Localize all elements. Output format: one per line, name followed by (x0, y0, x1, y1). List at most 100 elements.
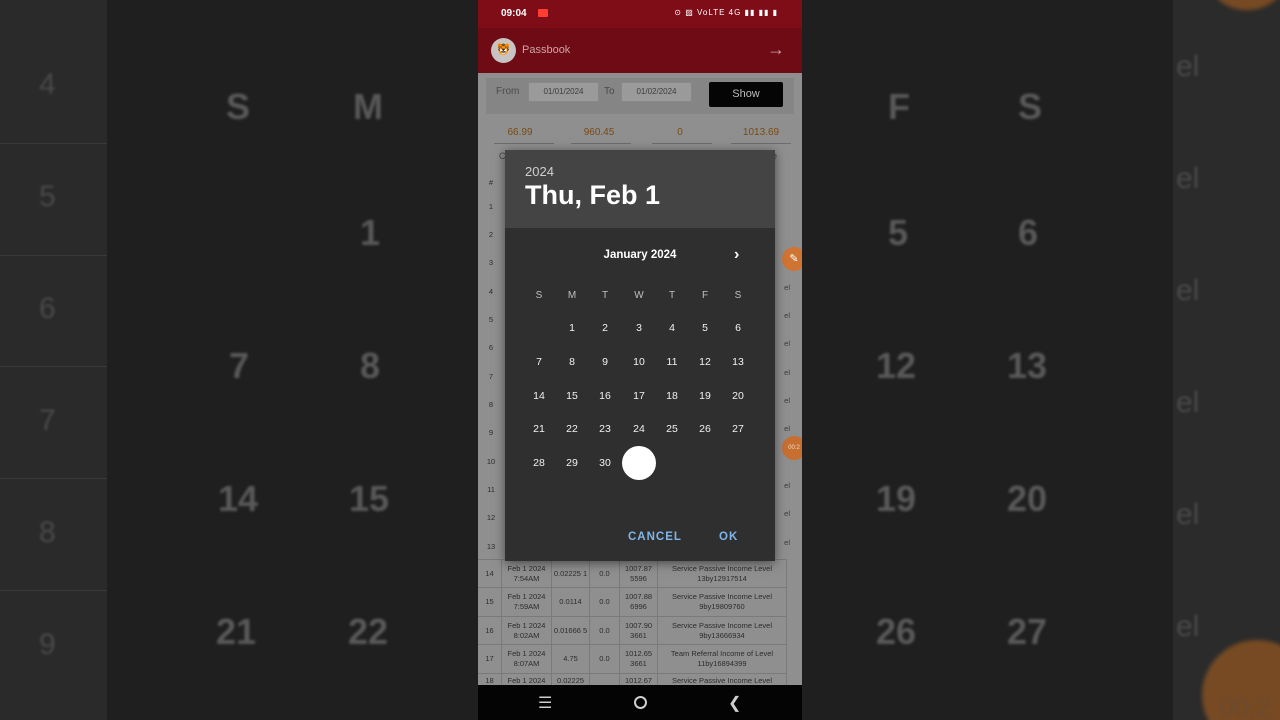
background-right: F S 5 6 12 13 19 20 26 27 el el el el el… (802, 0, 1280, 720)
row-number: 17 (478, 645, 502, 673)
calendar-day[interactable]: 17 (624, 390, 654, 402)
calendar-day[interactable]: 23 (590, 423, 620, 435)
row-text-fragment: el (784, 481, 790, 490)
selected-day-indicator[interactable] (622, 446, 656, 480)
page-title: Passbook (522, 44, 571, 56)
menu-icon[interactable]: ☰ (538, 693, 552, 713)
calendar-day[interactable]: 30 (590, 457, 620, 469)
calendar-day[interactable]: 24 (624, 423, 654, 435)
table-row[interactable]: 16 Feb 1 2024 8:02AM 0.01666 5 0.0 1007.… (478, 617, 787, 645)
app-logo: 🐯 (491, 38, 516, 63)
to-date-field[interactable]: 01/02/2024 (621, 82, 692, 102)
calendar-day[interactable]: 2 (590, 322, 620, 334)
weekday-label: S (734, 290, 742, 301)
bg-day: 8 (360, 345, 381, 386)
row-text-fragment: el (784, 339, 790, 348)
chevron-right-icon[interactable]: › (734, 246, 739, 264)
calendar-day[interactable]: 3 (624, 322, 654, 334)
calendar-day[interactable]: 26 (690, 423, 720, 435)
from-label: From (496, 86, 520, 97)
from-date-field[interactable]: 01/01/2024 (528, 82, 599, 102)
ok-button[interactable]: OK (719, 531, 738, 543)
calendar-day[interactable]: 11 (657, 356, 687, 368)
weekday-label: S (535, 290, 543, 301)
row-debit: 0.0 (590, 588, 620, 616)
row-number: 3 (488, 258, 494, 267)
calendar-day[interactable]: 29 (557, 457, 587, 469)
row-number: 10 (486, 457, 496, 466)
bg-text-fragment: el (1176, 386, 1200, 419)
calendar-day[interactable]: 5 (690, 322, 720, 334)
edit-fab[interactable]: ✎ (782, 247, 802, 271)
row-number: 6 (488, 343, 494, 352)
row-debit: 0.0 (590, 617, 620, 644)
calendar-day[interactable]: 13 (723, 356, 753, 368)
system-nav-bar: ☰ ❮ (478, 685, 802, 720)
calendar-day[interactable]: 16 (590, 390, 620, 402)
weekday-label: W (634, 290, 644, 301)
phone-screen: 09:04 ⊙ ▨ VoLTE 4G ▮▮ ▮▮ ▮ 🐯 Passbook → … (478, 0, 802, 720)
calendar-day[interactable]: 14 (524, 390, 554, 402)
calendar-day[interactable]: 28 (524, 457, 554, 469)
bg-weekday: S (226, 86, 251, 127)
row-description: Team Referral Income of Level 11by168943… (658, 645, 787, 673)
row-number: 9 (488, 428, 494, 437)
row-amount: 4.75 (552, 645, 590, 673)
home-icon[interactable] (634, 696, 647, 709)
back-icon[interactable]: ❮ (728, 693, 741, 713)
calendar-day[interactable]: 15 (557, 390, 587, 402)
status-icons: ⊙ ▨ VoLTE 4G ▮▮ ▮▮ ▮ (674, 8, 778, 17)
weekday-label: T (601, 290, 609, 301)
calendar-day[interactable]: 12 (690, 356, 720, 368)
calendar-day[interactable]: 10 (624, 356, 654, 368)
bg-strip-number: 6 (39, 292, 56, 325)
picker-year[interactable]: 2024 (525, 164, 554, 179)
background-left: 4 5 6 7 8 9 S M 1 7 8 14 15 21 22 (0, 0, 478, 720)
bg-weekday: S (1018, 86, 1043, 127)
row-number: 1 (488, 202, 494, 211)
row-description: Service Passive Income Level 9by13666934 (658, 617, 787, 644)
table-row[interactable]: 17 Feb 1 2024 8:07AM 4.75 0.0 1012.65 36… (478, 645, 787, 674)
row-text-fragment: el (784, 283, 790, 292)
calendar-day[interactable]: 7 (524, 356, 554, 368)
row-text-fragment: el (784, 424, 790, 433)
show-button[interactable]: Show (709, 82, 783, 107)
row-debit: 0.0 (590, 645, 620, 673)
row-date: Feb 1 2024 8:07AM (502, 645, 552, 673)
total-value: 1013.69 (742, 127, 780, 138)
bg-text-fragment: el (1176, 162, 1200, 195)
record-icon (538, 9, 548, 17)
timer-bubble[interactable]: 00:2 (782, 436, 802, 460)
bg-day: 13 (1007, 345, 1048, 386)
calendar-day[interactable]: 20 (723, 390, 753, 402)
calendar-day[interactable]: 25 (657, 423, 687, 435)
back-arrow-icon[interactable]: → (767, 39, 785, 60)
bg-weekday: F (888, 86, 910, 127)
date-filter-bar: From 01/01/2024 To 01/02/2024 Show (486, 78, 794, 114)
calendar-day[interactable]: 21 (524, 423, 554, 435)
calendar-day[interactable]: 6 (723, 322, 753, 334)
row-number: 14 (478, 560, 502, 587)
calendar-day[interactable]: 18 (657, 390, 687, 402)
calendar-day[interactable]: 9 (590, 356, 620, 368)
bg-strip-number: 7 (39, 404, 56, 437)
bg-weekday: M (353, 86, 383, 127)
calendar-day[interactable]: 1 (557, 322, 587, 334)
row-text-fragment: el (784, 509, 790, 518)
bg-text-fragment: el (1176, 498, 1200, 531)
background-panel-right (802, 0, 1173, 720)
calendar-day[interactable]: 27 (723, 423, 753, 435)
table-row[interactable]: 15 Feb 1 2024 7:59AM 0.0114 0.0 1007.88 … (478, 588, 787, 617)
cancel-button[interactable]: CANCEL (628, 531, 682, 543)
calendar-day[interactable]: 22 (557, 423, 587, 435)
bg-strip-number: 9 (39, 628, 56, 661)
picker-selected-date: Thu, Feb 1 (525, 180, 660, 210)
total-value: 960.45 (583, 127, 615, 138)
bg-day: 15 (349, 478, 390, 519)
bg-day: 22 (348, 611, 389, 652)
bg-strip-number: 5 (39, 180, 56, 213)
calendar-day[interactable]: 19 (690, 390, 720, 402)
calendar-day[interactable]: 8 (557, 356, 587, 368)
calendar-day[interactable]: 4 (657, 322, 687, 334)
table-row[interactable]: 14 Feb 1 2024 7:54AM 0.02225 1 0.0 1007.… (478, 559, 787, 588)
